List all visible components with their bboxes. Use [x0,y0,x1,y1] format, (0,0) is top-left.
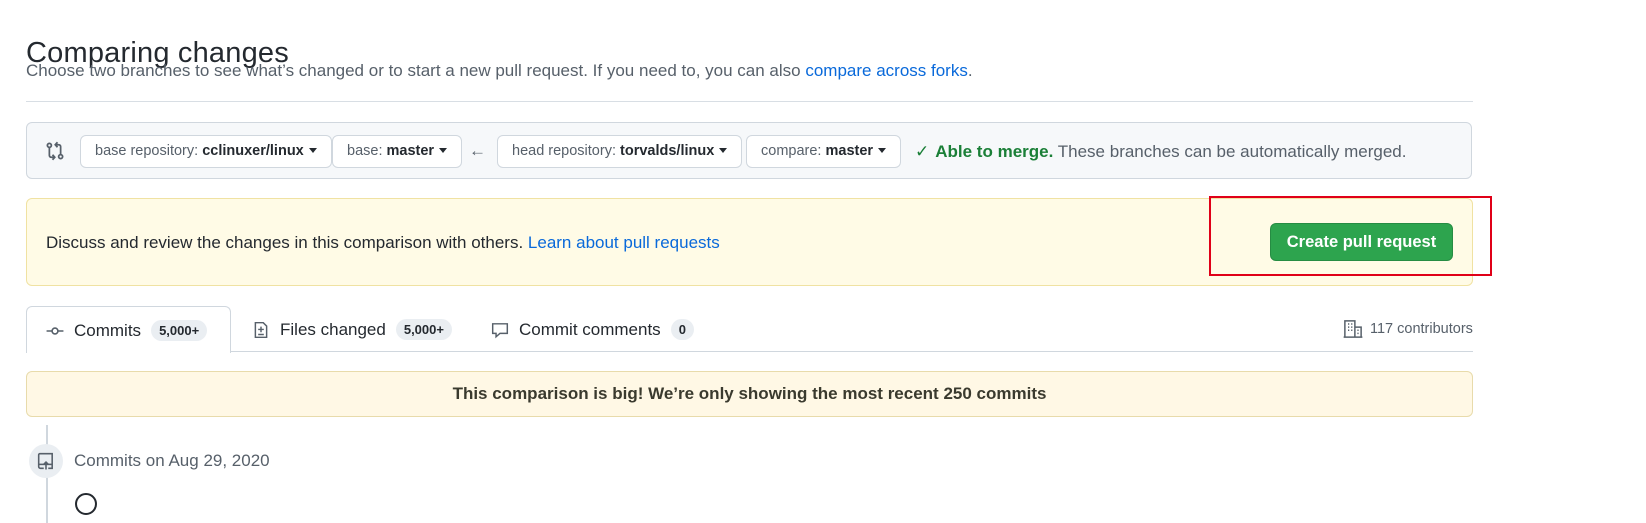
arrow-left-icon: ← [469,141,486,160]
learn-about-pull-requests-link[interactable]: Learn about pull requests [528,233,720,252]
header-divider [26,101,1473,102]
create-pr-prompt-text: Discuss and review the changes in this c… [46,233,720,253]
base-repository-value: cclinuxer/linux [202,143,304,159]
compare-across-forks-link[interactable]: compare across forks [805,61,968,80]
page-subtitle: Choose two branches to see what’s change… [26,61,973,81]
prompt-text: Discuss and review the changes in this c… [46,233,524,252]
merge-status: ✓ Able to merge. These branches can be au… [915,142,1406,162]
tab-commit-comments-label: Commit comments [519,319,661,339]
contributors-count: 117 contributors [1370,321,1473,337]
tab-commits-label: Commits [74,320,142,340]
base-branch-select[interactable]: base: master [332,135,463,168]
file-diff-icon [254,321,268,338]
base-branch-label: base: [347,143,383,159]
tab-commit-comments-count: 0 [670,319,694,340]
tab-commits[interactable]: Commits 5,000+ [26,306,231,353]
commit-icon [46,326,64,335]
check-icon: ✓ [915,142,930,161]
comment-icon [491,322,509,338]
head-repository-value: torvalds/linux [620,143,715,159]
tab-commits-count: 5,000+ [151,320,208,341]
base-repository-select[interactable]: base repository: cclinuxer/linux [80,135,332,168]
highlight-box [1209,196,1492,276]
timeline-badge [29,444,63,478]
caret-down-icon [719,147,728,153]
subtitle-text: Choose two branches to see what’s change… [26,61,801,80]
compare-branch-select[interactable]: compare: master [746,135,902,168]
head-repository-label: head repository: [512,143,616,159]
merge-status-label: Able to merge. [935,142,1054,161]
big-comparison-notice: This comparison is big! We’re only showi… [26,371,1473,417]
head-repository-select[interactable]: head repository: torvalds/linux [497,135,743,168]
tab-files-changed-label: Files changed [280,319,386,339]
organization-icon [1343,320,1363,338]
caret-down-icon [308,147,317,153]
avatar [75,493,97,515]
subtitle-period: . [967,61,973,80]
base-repository-label: base repository: [95,143,199,159]
merge-status-message: These branches can be automatically merg… [1057,142,1407,161]
contributors-link[interactable]: 117 contributors [1343,319,1473,339]
git-compare-icon [46,141,64,161]
tabs-divider [230,351,1473,352]
base-branch-value: master [386,143,435,159]
commits-date-heading: Commits on Aug 29, 2020 [74,451,270,470]
compare-branch-label: compare: [761,143,822,159]
tab-files-changed-count: 5,000+ [395,319,452,340]
repo-push-icon [37,452,53,470]
range-editor: base repository: cclinuxer/linux base: m… [26,122,1472,179]
caret-down-icon [878,147,887,153]
compare-branch-value: master [825,143,874,159]
caret-down-icon [439,147,448,153]
